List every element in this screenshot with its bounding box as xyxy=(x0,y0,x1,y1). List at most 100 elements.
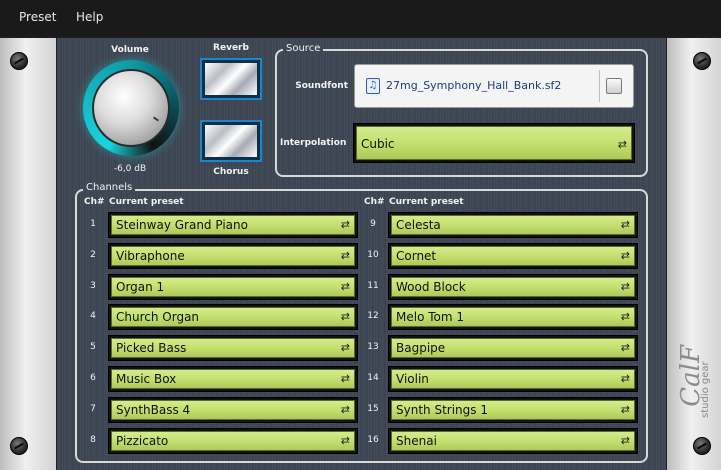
swap-arrows-icon: ⇄ xyxy=(340,310,350,323)
swap-arrows-icon: ⇄ xyxy=(340,280,350,293)
channel-preset-name: SynthBass 4 xyxy=(116,403,191,417)
channel-preset-select[interactable]: Cornet ⇄ xyxy=(388,243,638,269)
reverb-label: Reverb xyxy=(213,43,249,53)
channel-number: 11 xyxy=(367,281,379,291)
channel-number: 3 xyxy=(90,281,96,291)
channel-preset-select[interactable]: Synth Strings 1 ⇄ xyxy=(388,397,638,423)
channel-preset-select[interactable]: Bagpipe ⇄ xyxy=(388,335,638,361)
swap-arrows-icon: ⇄ xyxy=(620,310,630,323)
swap-arrows-icon: ⇄ xyxy=(620,341,630,354)
channel-preset-screen: SynthBass 4 ⇄ xyxy=(111,400,355,420)
channel-preset-select[interactable]: Melo Tom 1 ⇄ xyxy=(388,304,638,330)
channel-preset-select[interactable]: Celesta ⇄ xyxy=(388,212,638,238)
volume-label: Volume xyxy=(111,45,149,55)
channel-number: 1 xyxy=(90,219,96,229)
channel-preset-name: Melo Tom 1 xyxy=(396,310,464,324)
swap-arrows-icon: ⇄ xyxy=(340,372,350,385)
channel-number: 9 xyxy=(370,219,376,229)
channel-preset-screen: Pizzicato ⇄ xyxy=(111,431,355,451)
swap-arrows-icon: ⇄ xyxy=(620,249,630,262)
channel-preset-select[interactable]: Wood Block ⇄ xyxy=(388,274,638,300)
channel-preset-screen: Violin ⇄ xyxy=(391,369,635,389)
reverb-toggle[interactable] xyxy=(200,58,262,100)
channel-preset-screen: Church Organ ⇄ xyxy=(111,307,355,327)
screw-icon xyxy=(10,52,28,70)
channel-number: 10 xyxy=(367,250,379,260)
menu-preset[interactable]: Preset xyxy=(19,10,56,24)
music-file-icon: ♫ xyxy=(366,78,380,94)
volume-knob[interactable] xyxy=(92,69,170,147)
preset-header-right: Current preset xyxy=(389,197,464,207)
channel-preset-name: Celesta xyxy=(396,218,441,232)
channel-preset-name: Synth Strings 1 xyxy=(396,403,488,417)
channel-preset-name: Bagpipe xyxy=(396,341,446,355)
swap-arrows-icon: ⇄ xyxy=(340,341,350,354)
channel-preset-select[interactable]: Picked Bass ⇄ xyxy=(108,335,358,361)
channel-preset-name: Organ 1 xyxy=(116,280,165,294)
channel-preset-select[interactable]: Music Box ⇄ xyxy=(108,366,358,392)
channel-preset-screen: Picked Bass ⇄ xyxy=(111,338,355,358)
menu-bar: Preset Help xyxy=(0,0,721,36)
channel-preset-name: Vibraphone xyxy=(116,249,185,263)
channel-preset-select[interactable]: Shenai ⇄ xyxy=(388,428,638,454)
channel-preset-screen: Shenai ⇄ xyxy=(391,431,635,451)
ch-header-right: Ch# xyxy=(364,197,385,207)
screw-icon xyxy=(693,437,711,455)
interpolation-select[interactable]: Cubic ⇄ xyxy=(353,123,635,163)
screw-icon xyxy=(10,437,28,455)
swap-arrows-icon: ⇄ xyxy=(620,372,630,385)
channel-number: 7 xyxy=(90,404,96,414)
swap-arrows-icon: ⇄ xyxy=(340,434,350,447)
channel-preset-select[interactable]: Violin ⇄ xyxy=(388,366,638,392)
channel-preset-screen: Organ 1 ⇄ xyxy=(111,277,355,297)
channel-preset-select[interactable]: Pizzicato ⇄ xyxy=(108,428,358,454)
channel-preset-screen: Wood Block ⇄ xyxy=(391,277,635,297)
chorus-toggle-face xyxy=(205,125,257,157)
channel-number: 2 xyxy=(90,250,96,260)
channels-title: Channels xyxy=(83,182,136,193)
channel-preset-name: Steinway Grand Piano xyxy=(116,218,248,232)
channel-preset-name: Music Box xyxy=(116,372,177,386)
channel-preset-name: Cornet xyxy=(396,249,437,263)
channel-preset-name: Church Organ xyxy=(116,310,200,324)
reverb-toggle-face xyxy=(205,63,257,95)
soundfont-label: Soundfont xyxy=(295,81,348,91)
channel-preset-screen: Melo Tom 1 ⇄ xyxy=(391,307,635,327)
channel-preset-screen: Cornet ⇄ xyxy=(391,246,635,266)
channel-preset-screen: Steinway Grand Piano ⇄ xyxy=(111,215,355,235)
channel-preset-select[interactable]: SynthBass 4 ⇄ xyxy=(108,397,358,423)
swap-arrows-icon: ⇄ xyxy=(620,403,630,416)
channel-preset-select[interactable]: Organ 1 ⇄ xyxy=(108,274,358,300)
channel-number: 4 xyxy=(90,311,96,321)
channel-preset-screen: Music Box ⇄ xyxy=(111,369,355,389)
channel-number: 6 xyxy=(90,373,96,383)
source-title: Source xyxy=(283,43,324,54)
channel-number: 5 xyxy=(90,342,96,352)
ch-header-left: Ch# xyxy=(84,197,105,207)
interpolation-value: Cubic xyxy=(361,137,395,151)
channel-number: 15 xyxy=(367,404,379,414)
interpolation-label: Interpolation xyxy=(280,138,347,148)
chorus-toggle[interactable] xyxy=(200,120,262,162)
channel-preset-select[interactable]: Church Organ ⇄ xyxy=(108,304,358,330)
channel-preset-select[interactable]: Vibraphone ⇄ xyxy=(108,243,358,269)
menu-help[interactable]: Help xyxy=(76,10,103,24)
screw-icon xyxy=(693,52,711,70)
folder-browse-icon[interactable] xyxy=(606,78,622,94)
swap-arrows-icon: ⇄ xyxy=(620,434,630,447)
swap-arrows-icon: ⇄ xyxy=(340,403,350,416)
channel-preset-screen: Celesta ⇄ xyxy=(391,215,635,235)
channel-number: 8 xyxy=(90,435,96,445)
chorus-label: Chorus xyxy=(213,167,249,177)
channel-preset-screen: Vibraphone ⇄ xyxy=(111,246,355,266)
volume-value: -6,0 dB xyxy=(113,164,147,174)
channel-preset-screen: Bagpipe ⇄ xyxy=(391,338,635,358)
channel-number: 13 xyxy=(367,342,379,352)
channel-preset-screen: Synth Strings 1 ⇄ xyxy=(391,400,635,420)
channel-preset-select[interactable]: Steinway Grand Piano ⇄ xyxy=(108,212,358,238)
swap-arrows-icon: ⇄ xyxy=(620,218,630,231)
swap-arrows-icon: ⇄ xyxy=(340,218,350,231)
channel-preset-name: Pizzicato xyxy=(116,434,169,448)
channel-number: 12 xyxy=(367,311,379,321)
swap-arrows-icon: ⇄ xyxy=(620,280,630,293)
